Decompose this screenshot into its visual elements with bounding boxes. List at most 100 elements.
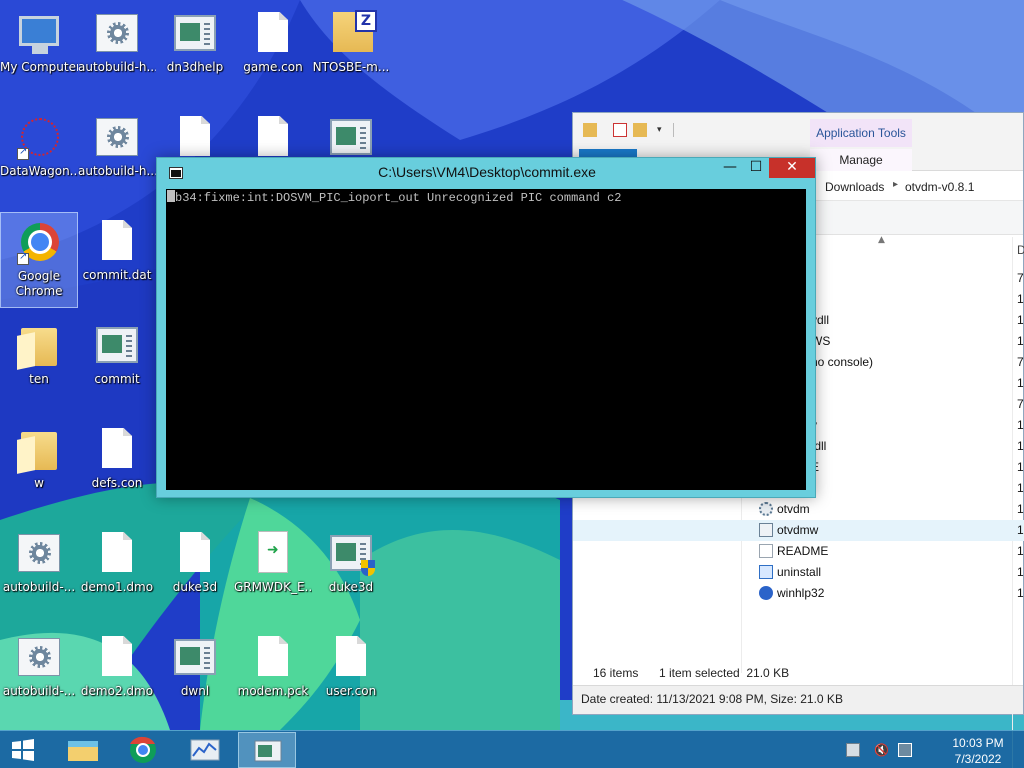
document-icon bbox=[258, 12, 288, 52]
desktop-icon-autobuild[interactable]: autobuild-... bbox=[0, 628, 78, 724]
gear-file-icon bbox=[759, 502, 773, 516]
desktop-icon-label: duke3d bbox=[172, 580, 218, 594]
application-window-icon bbox=[96, 327, 138, 363]
file-row-readme[interactable]: README 1 bbox=[573, 541, 1024, 562]
clock-date: 7/3/2022 bbox=[954, 752, 1002, 766]
desktop-icon-duke3d-file[interactable]: duke3d bbox=[156, 524, 234, 620]
file-date: 7, bbox=[1017, 355, 1024, 369]
file-date: 1 bbox=[1017, 481, 1024, 495]
shortcut-arrow-icon bbox=[17, 146, 29, 160]
desktop-icon-defs-con[interactable]: defs.con bbox=[78, 420, 156, 516]
desktop-icon-label: My Computer bbox=[0, 60, 78, 74]
shield-icon bbox=[361, 560, 375, 576]
file-row-uninstall[interactable]: uninstall 1 bbox=[573, 562, 1024, 583]
performance-chart-icon bbox=[190, 739, 220, 761]
file-name: otvdm bbox=[777, 502, 810, 516]
desktop-icon-commit-dat[interactable]: commit.dat bbox=[78, 212, 156, 308]
close-button[interactable]: ✕ bbox=[769, 158, 815, 178]
executable-icon bbox=[259, 532, 287, 572]
taskbar-console-button[interactable] bbox=[238, 732, 296, 768]
desktop-icon-demo2[interactable]: demo2.dmo bbox=[78, 628, 156, 724]
console-output: b34:fixme:int:DOSVM_PIC_ioport_out Unrec… bbox=[167, 190, 621, 205]
desktop-icon-label: demo2.dmo bbox=[80, 684, 154, 698]
breadcrumb-downloads[interactable]: Downloads bbox=[825, 180, 884, 194]
desktop-icon-label: modem.pck bbox=[237, 684, 309, 698]
folder-icon[interactable] bbox=[583, 123, 597, 137]
text-file-icon bbox=[759, 544, 773, 558]
desktop-icon-label: dwnl bbox=[180, 684, 210, 698]
start-button[interactable] bbox=[6, 736, 40, 764]
console-output-area[interactable]: b34:fixme:int:DOSVM_PIC_ioport_out Unrec… bbox=[166, 189, 806, 490]
desktop-icon-google-chrome[interactable]: Google Chrome bbox=[0, 212, 78, 308]
explorer-titlebar[interactable]: ▾ Application Tools bbox=[573, 113, 1023, 149]
desktop-icon-commit[interactable]: commit bbox=[78, 316, 156, 412]
file-name: README bbox=[777, 544, 829, 558]
desktop-icon-label: commit bbox=[94, 372, 140, 386]
desktop-icon-game-con[interactable]: game.con bbox=[234, 4, 312, 100]
desktop-icon-ntosbe[interactable]: NTOSBE-m... bbox=[312, 4, 390, 100]
taskbar-chrome-button[interactable] bbox=[114, 732, 172, 768]
desktop-icon-label: w bbox=[34, 476, 44, 490]
clock-time: 10:03 PM bbox=[952, 736, 1004, 750]
desktop-icon-duke3d-app[interactable]: duke3d bbox=[312, 524, 390, 620]
file-date: 7, bbox=[1017, 397, 1024, 411]
volume-muted-icon[interactable]: 🔇 bbox=[874, 743, 889, 757]
desktop-icon-ten[interactable]: ten bbox=[0, 316, 78, 412]
file-row-otvdmw[interactable]: otvdmw 1 bbox=[573, 520, 1024, 541]
desktop-icon-dwnl[interactable]: dwnl bbox=[156, 628, 234, 724]
setup-file-icon bbox=[759, 565, 773, 579]
console-window-icon bbox=[254, 740, 282, 762]
desktop-icon-label: dn3dhelp bbox=[166, 60, 224, 74]
desktop-icon-my-computer[interactable]: My Computer bbox=[0, 4, 78, 100]
document-icon bbox=[102, 636, 132, 676]
properties-icon[interactable] bbox=[613, 123, 627, 137]
action-center-icon[interactable] bbox=[846, 743, 860, 757]
maximize-button[interactable]: ☐ bbox=[743, 158, 769, 178]
file-row-winhlp32[interactable]: winhlp32 1 bbox=[573, 583, 1024, 604]
desktop-icon-user-con[interactable]: user.con bbox=[312, 628, 390, 724]
new-folder-icon[interactable] bbox=[633, 123, 647, 137]
file-date: 1 bbox=[1017, 502, 1024, 516]
document-icon bbox=[336, 636, 366, 676]
desktop-icon-autobuild-h[interactable]: autobuild-h... bbox=[78, 108, 156, 204]
network-icon[interactable] bbox=[898, 743, 912, 757]
customize-dropdown-icon[interactable]: ▾ bbox=[657, 123, 671, 137]
file-name-fragment: no console) bbox=[811, 355, 874, 369]
desktop-icon-dn3dhelp[interactable]: dn3dhelp bbox=[156, 4, 234, 100]
file-date: 1 bbox=[1017, 313, 1024, 327]
desktop-icon-modem-pck[interactable]: modem.pck bbox=[234, 628, 312, 724]
console-output-line: b34:fixme:int:DOSVM_PIC_ioport_out Unrec… bbox=[175, 191, 622, 205]
tab-manage[interactable]: Manage bbox=[810, 149, 912, 171]
settings-file-icon bbox=[96, 14, 138, 52]
details-pane: Date created: 11/13/2021 9:08 PM, Size: … bbox=[573, 685, 1023, 714]
file-row-otvdm[interactable]: otvdm 1 bbox=[573, 499, 1024, 520]
desktop-icon-autobuild-h[interactable]: autobuild-h... bbox=[78, 4, 156, 100]
column-header-date[interactable]: D bbox=[1017, 243, 1024, 257]
desktop-icon-autobuild[interactable]: autobuild-... bbox=[0, 524, 78, 620]
breadcrumb-otvdm[interactable]: otvdm-v0.8.1 bbox=[905, 180, 974, 194]
console-window[interactable]: C:\Users\VM4\Desktop\commit.exe — ☐ ✕ b3… bbox=[156, 157, 816, 498]
desktop-icon-label: autobuild-h... bbox=[78, 164, 156, 178]
taskbar-file-explorer-button[interactable] bbox=[54, 732, 112, 768]
document-icon bbox=[102, 220, 132, 260]
minimize-button[interactable]: — bbox=[717, 158, 743, 178]
desktop-icon-w[interactable]: w bbox=[0, 420, 78, 516]
file-name: otvdmw bbox=[777, 523, 819, 537]
application-window-icon bbox=[174, 15, 216, 51]
desktop-icon-label: autobuild-h... bbox=[78, 60, 156, 74]
explorer-status-bar: 16 items 1 item selected 21.0 KB bbox=[573, 663, 1023, 683]
folder-icon bbox=[21, 328, 57, 366]
computer-icon bbox=[19, 16, 59, 54]
taskbar-performance-monitor-button[interactable] bbox=[176, 732, 234, 768]
console-titlebar[interactable]: C:\Users\VM4\Desktop\commit.exe — ☐ ✕ bbox=[157, 158, 815, 188]
system-clock[interactable]: 10:03 PM 7/3/2022 bbox=[936, 735, 1020, 767]
file-date: 1 bbox=[1017, 334, 1024, 348]
file-name: winhlp32 bbox=[777, 586, 825, 600]
zip-archive-icon bbox=[333, 10, 377, 52]
selection-info: 1 item selected 21.0 KB bbox=[659, 666, 790, 680]
desktop-icon-grmwdk[interactable]: GRMWDK_E... bbox=[234, 524, 312, 620]
desktop-icon-label: game.con bbox=[243, 60, 303, 74]
desktop-icon-demo1[interactable]: demo1.dmo bbox=[78, 524, 156, 620]
desktop-icon-label: autobuild-... bbox=[2, 580, 76, 594]
desktop-icon-datawagon[interactable]: DataWagon... bbox=[0, 108, 78, 204]
